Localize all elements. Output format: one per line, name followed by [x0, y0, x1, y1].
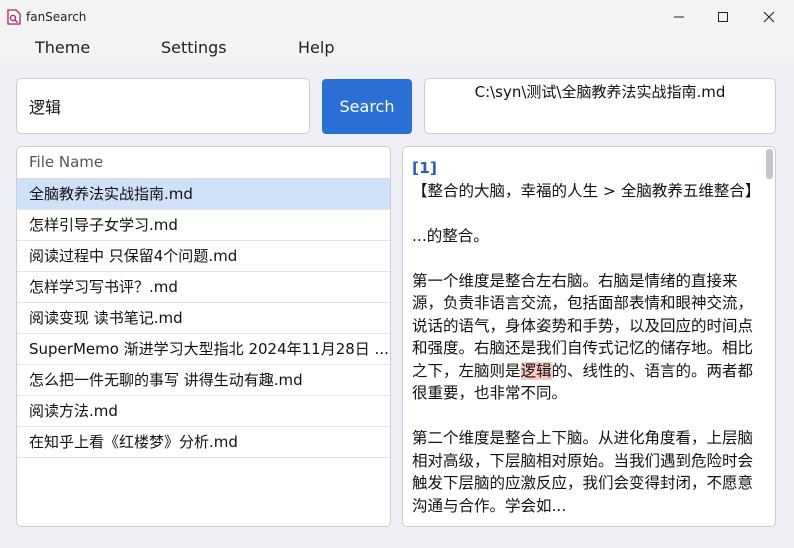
- search-input[interactable]: [16, 78, 310, 134]
- minimize-icon: [674, 16, 684, 18]
- file-path-display: C:\syn\测试\全脑教养法实战指南.md: [424, 78, 776, 134]
- preview-intro: ...的整合。: [412, 226, 489, 245]
- scrollbar-thumb[interactable]: [766, 149, 773, 179]
- preview-heading: 【整合的大脑，幸福的人生 > 全脑教养五维整合】: [412, 181, 761, 200]
- list-item[interactable]: 阅读方法.md: [17, 396, 390, 427]
- list-item[interactable]: 在知乎上看《红楼梦》分析.md: [17, 427, 390, 458]
- menu-theme[interactable]: Theme: [35, 38, 90, 57]
- file-list: File Name 全脑教养法实战指南.md 怎样引导子女学习.md 阅读过程中…: [16, 146, 391, 527]
- close-button[interactable]: [746, 0, 792, 34]
- menu-bar: Theme Settings Help: [0, 34, 794, 62]
- app-logo-icon: [7, 9, 21, 29]
- file-name-column-header[interactable]: File Name: [17, 147, 390, 179]
- window-title: fanSearch: [26, 10, 87, 24]
- minimize-button[interactable]: [656, 0, 702, 34]
- preview-paragraph-1: 第一个维度是整合左右脑。右脑是情绪的直接来源，负责非语言交流，包括面部表情和眼神…: [412, 270, 764, 405]
- maximize-icon: [718, 12, 728, 22]
- preview-paragraph-2: 第二个维度是整合上下脑。从进化角度看，上层脑相对高级，下层脑相对原始。当我们遇到…: [412, 429, 754, 515]
- reference-tag: [1]: [412, 159, 437, 177]
- menu-help[interactable]: Help: [298, 38, 334, 57]
- close-icon: [763, 11, 775, 23]
- content-preview[interactable]: [1] 【整合的大脑，幸福的人生 > 全脑教养五维整合】 ...的整合。 第一个…: [402, 146, 776, 527]
- file-path-text: C:\syn\测试\全脑教养法实战指南.md: [474, 83, 726, 101]
- menu-settings[interactable]: Settings: [161, 38, 227, 57]
- maximize-button[interactable]: [700, 0, 746, 34]
- list-item[interactable]: 阅读变现 读书笔记.md: [17, 303, 390, 334]
- search-highlight: 逻辑: [520, 361, 552, 380]
- title-bar: fanSearch: [0, 0, 794, 34]
- list-item[interactable]: SuperMemo 渐进学习大型指北 2024年11月28日 ...: [17, 334, 390, 365]
- search-button[interactable]: Search: [322, 79, 412, 134]
- list-item[interactable]: 阅读过程中 只保留4个问题.md: [17, 241, 390, 272]
- list-item[interactable]: 怎样引导子女学习.md: [17, 210, 390, 241]
- preview-text: [1] 【整合的大脑，幸福的人生 > 全脑教养五维整合】 ...的整合。 第一个…: [412, 157, 764, 517]
- list-item[interactable]: 怎么把一件无聊的事写 讲得生动有趣.md: [17, 365, 390, 396]
- list-item[interactable]: 怎样学习写书评？.md: [17, 272, 390, 303]
- list-item[interactable]: 全脑教养法实战指南.md: [17, 179, 390, 210]
